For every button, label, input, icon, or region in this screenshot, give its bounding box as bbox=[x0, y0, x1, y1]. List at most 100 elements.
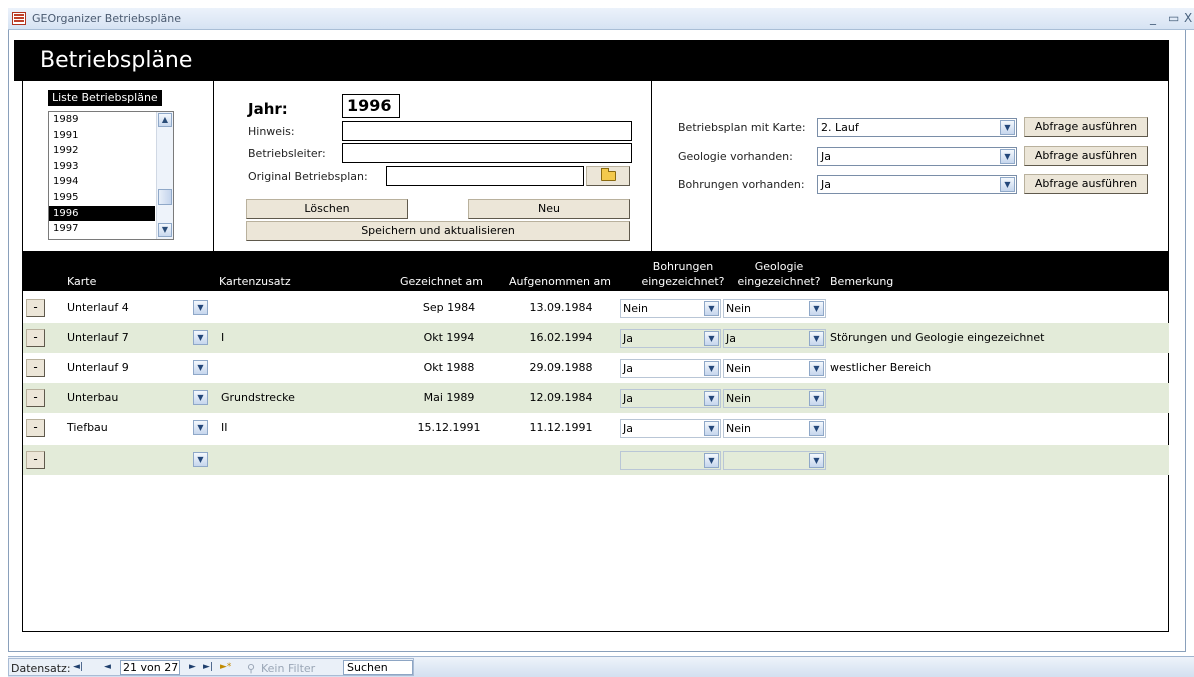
query-map-run-button[interactable]: Abfrage ausführen bbox=[1024, 117, 1148, 137]
geologie-select[interactable]: Nein ▼ bbox=[723, 359, 826, 378]
query-geology-select[interactable]: Ja ▼ bbox=[817, 147, 1017, 166]
betriebsleiter-field[interactable] bbox=[342, 143, 632, 163]
year-list-item[interactable]: 1989 bbox=[49, 112, 155, 128]
chevron-down-icon[interactable]: ▼ bbox=[704, 391, 719, 406]
year-value[interactable]: 1996 bbox=[342, 94, 400, 118]
cell-aufgenommen[interactable]: 12.09.1984 bbox=[516, 391, 606, 404]
filter-status[interactable]: Kein Filter bbox=[261, 662, 315, 675]
cell-gezeichnet[interactable]: 15.12.1991 bbox=[399, 421, 499, 434]
cell-gezeichnet[interactable]: Okt 1988 bbox=[399, 361, 499, 374]
search-input[interactable]: Suchen bbox=[343, 660, 413, 675]
next-record-icon[interactable]: ► bbox=[189, 662, 196, 672]
minimize-button[interactable]: _ bbox=[1150, 11, 1156, 25]
chevron-down-icon[interactable]: ▼ bbox=[809, 361, 824, 376]
cell-aufgenommen[interactable]: 16.02.1994 bbox=[516, 331, 606, 344]
bohrungen-select[interactable]: Ja ▼ bbox=[620, 329, 721, 348]
delete-row-button[interactable]: - bbox=[26, 329, 45, 347]
delete-row-button[interactable]: - bbox=[26, 359, 45, 377]
previous-record-icon[interactable]: ◄ bbox=[104, 662, 111, 672]
cell-aufgenommen[interactable]: 29.09.1988 bbox=[516, 361, 606, 374]
chevron-down-icon[interactable]: ▼ bbox=[809, 331, 824, 346]
chevron-down-icon[interactable]: ▼ bbox=[193, 452, 208, 467]
bohrungen-select[interactable]: Ja ▼ bbox=[620, 389, 721, 408]
bohrungen-select[interactable]: Ja ▼ bbox=[620, 419, 721, 438]
chevron-down-icon[interactable]: ▼ bbox=[704, 301, 719, 316]
bohrungen-select[interactable]: ▼ bbox=[620, 451, 721, 470]
filter-funnel-icon[interactable]: ⚲ bbox=[247, 662, 255, 675]
year-listbox[interactable]: 1989 1991 1992 1993 1994 1995 1996 1997 … bbox=[48, 111, 174, 240]
close-button[interactable]: X bbox=[1184, 11, 1192, 25]
chevron-down-icon[interactable]: ▼ bbox=[704, 361, 719, 376]
scroll-down-icon[interactable]: ▼ bbox=[158, 223, 172, 237]
save-update-button[interactable]: Speichern und aktualisieren bbox=[246, 221, 630, 241]
geologie-select[interactable]: Nein ▼ bbox=[723, 299, 826, 318]
last-record-icon[interactable]: ►| bbox=[203, 662, 213, 672]
chevron-down-icon[interactable]: ▼ bbox=[1000, 149, 1015, 164]
query-drilling-run-button[interactable]: Abfrage ausführen bbox=[1024, 174, 1148, 194]
cell-gezeichnet[interactable]: Okt 1994 bbox=[399, 331, 499, 344]
chevron-down-icon[interactable]: ▼ bbox=[193, 300, 208, 315]
chevron-down-icon[interactable]: ▼ bbox=[809, 391, 824, 406]
chevron-down-icon[interactable]: ▼ bbox=[704, 421, 719, 436]
delete-row-button[interactable]: - bbox=[26, 299, 45, 317]
first-record-icon[interactable]: ◄| bbox=[73, 662, 83, 672]
chevron-down-icon[interactable]: ▼ bbox=[193, 390, 208, 405]
geologie-select[interactable]: ▼ bbox=[723, 451, 826, 470]
geologie-select[interactable]: Nein ▼ bbox=[723, 389, 826, 408]
cell-karte[interactable]: Unterlauf 9 bbox=[67, 361, 129, 374]
query-map-select[interactable]: 2. Lauf ▼ bbox=[817, 118, 1017, 137]
cell-kartenzusatz[interactable]: I bbox=[221, 331, 224, 344]
chevron-down-icon[interactable]: ▼ bbox=[809, 301, 824, 316]
scroll-thumb[interactable] bbox=[158, 189, 172, 205]
query-drilling-select[interactable]: Ja ▼ bbox=[817, 175, 1017, 194]
delete-row-button[interactable]: - bbox=[26, 451, 45, 469]
cell-karte[interactable]: Unterbau bbox=[67, 391, 118, 404]
query-geology-run-button[interactable]: Abfrage ausführen bbox=[1024, 146, 1148, 166]
cell-aufgenommen[interactable]: 13.09.1984 bbox=[516, 301, 606, 314]
year-list-item[interactable]: 1994 bbox=[49, 174, 155, 190]
cell-gezeichnet[interactable]: Sep 1984 bbox=[399, 301, 499, 314]
chevron-down-icon[interactable]: ▼ bbox=[809, 421, 824, 436]
geologie-select[interactable]: Nein ▼ bbox=[723, 419, 826, 438]
chevron-down-icon[interactable]: ▼ bbox=[193, 360, 208, 375]
bohrungen-select[interactable]: Nein ▼ bbox=[620, 299, 721, 318]
chevron-down-icon[interactable]: ▼ bbox=[1000, 120, 1015, 135]
chevron-down-icon[interactable]: ▼ bbox=[1000, 177, 1015, 192]
year-list-item[interactable]: 1992 bbox=[49, 143, 155, 159]
year-list-scrollbar[interactable]: ▲ ▼ bbox=[156, 112, 173, 239]
original-plan-field[interactable] bbox=[386, 166, 584, 186]
cell-karte[interactable]: Unterlauf 4 bbox=[67, 301, 129, 314]
year-list-item[interactable]: 1997 bbox=[49, 221, 155, 237]
cell-karte[interactable]: Unterlauf 7 bbox=[67, 331, 129, 344]
year-list-item-selected[interactable]: 1996 bbox=[49, 205, 155, 222]
cell-gezeichnet[interactable]: Mai 1989 bbox=[399, 391, 499, 404]
maximize-button[interactable]: ▭ bbox=[1168, 11, 1179, 25]
hinweis-field[interactable] bbox=[342, 121, 632, 141]
cell-kartenzusatz[interactable]: II bbox=[221, 421, 228, 434]
chevron-down-icon[interactable]: ▼ bbox=[704, 331, 719, 346]
chevron-down-icon[interactable]: ▼ bbox=[809, 453, 824, 468]
hinweis-label: Hinweis: bbox=[248, 125, 295, 138]
cell-karte[interactable]: Tiefbau bbox=[67, 421, 108, 434]
new-record-icon[interactable]: ►* bbox=[220, 662, 231, 672]
year-list-item[interactable]: 1993 bbox=[49, 159, 155, 175]
new-button[interactable]: Neu bbox=[468, 199, 630, 219]
cell-bemerkung[interactable]: Störungen und Geologie eingezeichnet bbox=[830, 331, 1044, 344]
cell-aufgenommen[interactable]: 11.12.1991 bbox=[516, 421, 606, 434]
chevron-down-icon[interactable]: ▼ bbox=[704, 453, 719, 468]
page-header: Betriebspläne bbox=[14, 40, 1169, 81]
chevron-down-icon[interactable]: ▼ bbox=[193, 420, 208, 435]
chevron-down-icon[interactable]: ▼ bbox=[193, 330, 208, 345]
current-record-field[interactable]: 21 von 27 bbox=[120, 660, 180, 675]
bohrungen-select[interactable]: Ja ▼ bbox=[620, 359, 721, 378]
browse-button[interactable] bbox=[586, 166, 630, 186]
delete-row-button[interactable]: - bbox=[26, 419, 45, 437]
cell-kartenzusatz[interactable]: Grundstrecke bbox=[221, 391, 295, 404]
cell-bemerkung[interactable]: westlicher Bereich bbox=[830, 361, 931, 374]
delete-button[interactable]: Löschen bbox=[246, 199, 408, 219]
scroll-up-icon[interactable]: ▲ bbox=[158, 113, 172, 127]
year-list-item[interactable]: 1991 bbox=[49, 128, 155, 144]
delete-row-button[interactable]: - bbox=[26, 389, 45, 407]
geologie-select[interactable]: Ja ▼ bbox=[723, 329, 826, 348]
year-list-item[interactable]: 1995 bbox=[49, 190, 155, 206]
